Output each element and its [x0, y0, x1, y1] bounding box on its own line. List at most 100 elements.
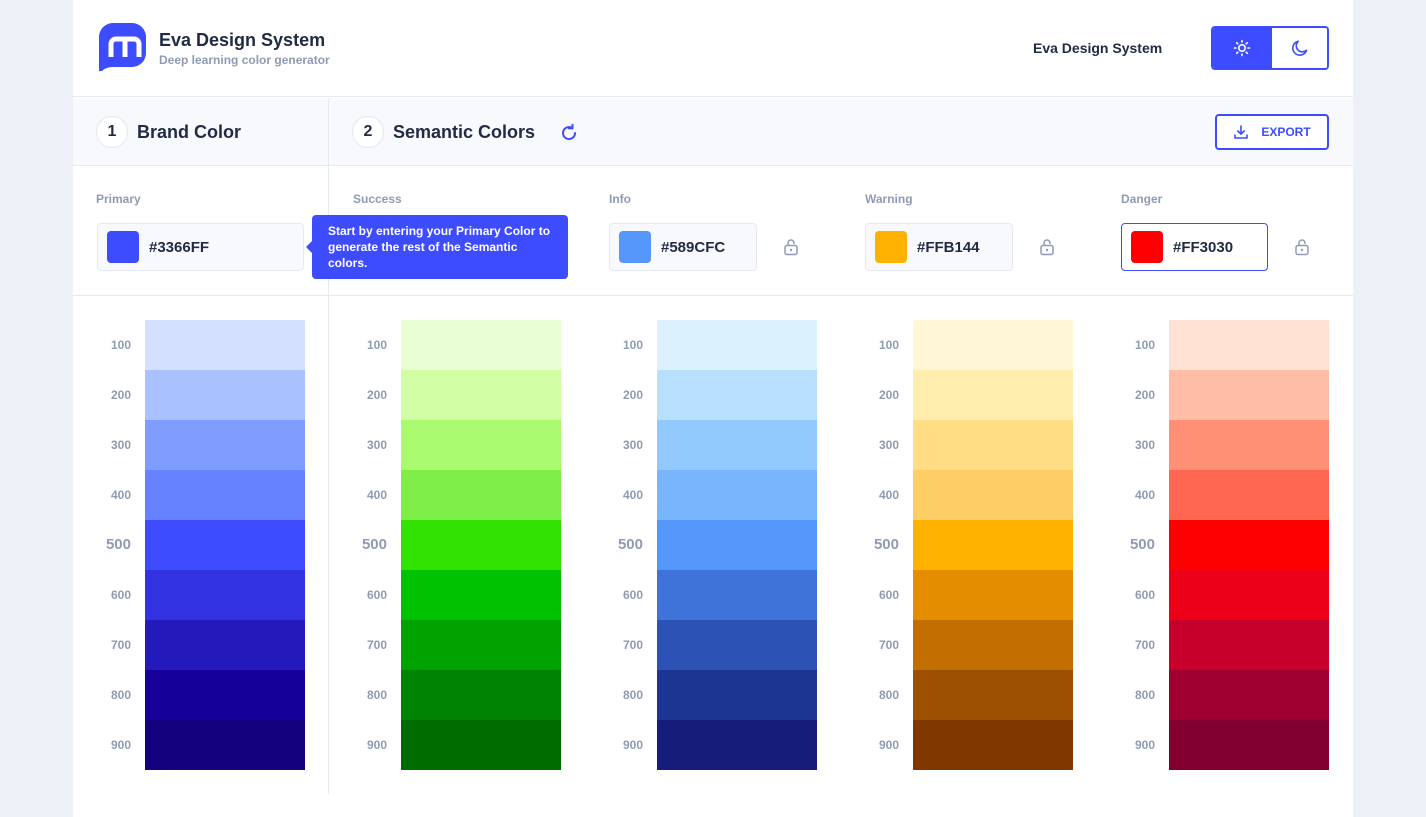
info-shade-900[interactable] [657, 720, 817, 770]
shade-label: 100 [110, 338, 131, 352]
success-shade-300[interactable] [401, 420, 561, 470]
danger-shade-900[interactable] [1169, 720, 1329, 770]
warning-shade-800[interactable] [913, 670, 1073, 720]
refresh-icon[interactable] [559, 123, 579, 143]
danger-shade-600[interactable] [1169, 570, 1329, 620]
info-shade-400[interactable] [657, 470, 817, 520]
success-shade-800[interactable] [401, 670, 561, 720]
primary-label: Primary [96, 192, 141, 206]
primary-shade-900[interactable] [145, 720, 305, 770]
shade-label: 400 [1134, 488, 1155, 502]
danger-shade-300[interactable] [1169, 420, 1329, 470]
eva-design-system-link[interactable]: Eva Design System [1033, 40, 1162, 56]
shade-label: 800 [366, 688, 387, 702]
success-shade-900[interactable] [401, 720, 561, 770]
warning-shade-900[interactable] [913, 720, 1073, 770]
success-shade-700[interactable] [401, 620, 561, 670]
shade-label: 100 [878, 338, 899, 352]
primary-shade-100[interactable] [145, 320, 305, 370]
shade-label: 200 [366, 388, 387, 402]
shade-label: 400 [878, 488, 899, 502]
primary-swatch[interactable] [107, 231, 139, 263]
brand-color-title: Brand Color [137, 122, 242, 142]
shade-label: 600 [1134, 588, 1155, 602]
warning-shade-200[interactable] [913, 370, 1073, 420]
shade-label: 100 [1134, 338, 1155, 352]
primary-shade-400[interactable] [145, 470, 305, 520]
primary-shade-500[interactable] [145, 520, 305, 570]
column-divider [328, 98, 329, 794]
shade-label: 900 [622, 738, 643, 752]
info-lock-icon[interactable] [783, 238, 799, 256]
primary-color-tooltip: Start by entering your Primary Color to … [306, 215, 568, 279]
shade-label: 500 [617, 536, 643, 553]
step-1-badge: 1 [96, 116, 128, 148]
row-divider [73, 295, 1353, 296]
danger-shade-200[interactable] [1169, 370, 1329, 420]
success-shade-600[interactable] [401, 570, 561, 620]
shade-label: 500 [873, 536, 899, 553]
success-shade-100[interactable] [401, 320, 561, 370]
semantic-colors-title: Semantic Colors [393, 122, 536, 142]
shade-label: 100 [622, 338, 643, 352]
shade-label: 400 [622, 488, 643, 502]
info-swatch[interactable] [619, 231, 651, 263]
info-shade-600[interactable] [657, 570, 817, 620]
danger-shade-400[interactable] [1169, 470, 1329, 520]
warning-swatch[interactable] [875, 231, 907, 263]
shade-label: 200 [878, 388, 899, 402]
success-shade-200[interactable] [401, 370, 561, 420]
info-label: Info [609, 192, 631, 206]
export-button[interactable]: EXPORT [1215, 114, 1329, 150]
shade-label: 600 [110, 588, 131, 602]
info-shade-700[interactable] [657, 620, 817, 670]
danger-hex-value: #FF3030 [1173, 239, 1234, 256]
shade-label: 400 [366, 488, 387, 502]
shade-label: 200 [110, 388, 131, 402]
info-shade-500[interactable] [657, 520, 817, 570]
shade-label: 600 [878, 588, 899, 602]
primary-color-input[interactable]: #3366FF [97, 223, 304, 271]
info-shade-800[interactable] [657, 670, 817, 720]
danger-shade-700[interactable] [1169, 620, 1329, 670]
warning-shade-100[interactable] [913, 320, 1073, 370]
shade-label: 300 [366, 438, 387, 452]
success-shade-500[interactable] [401, 520, 561, 570]
primary-shade-300[interactable] [145, 420, 305, 470]
success-label: Success [353, 192, 402, 206]
info-hex-value: #589CFC [661, 239, 726, 256]
info-shade-100[interactable] [657, 320, 817, 370]
shade-label: 900 [110, 738, 131, 752]
danger-color-input[interactable]: #FF3030 [1121, 223, 1268, 271]
shade-label: 200 [1134, 388, 1155, 402]
warning-shade-700[interactable] [913, 620, 1073, 670]
info-shade-300[interactable] [657, 420, 817, 470]
primary-shade-800[interactable] [145, 670, 305, 720]
primary-shade-200[interactable] [145, 370, 305, 420]
warning-lock-icon[interactable] [1039, 238, 1055, 256]
warning-shade-500[interactable] [913, 520, 1073, 570]
success-shade-400[interactable] [401, 470, 561, 520]
shade-label: 500 [1129, 536, 1155, 553]
warning-color-input[interactable]: #FFB144 [865, 223, 1013, 271]
step-2-badge: 2 [352, 116, 384, 148]
primary-shade-600[interactable] [145, 570, 305, 620]
danger-shade-100[interactable] [1169, 320, 1329, 370]
shade-label: 600 [622, 588, 643, 602]
eva-logo[interactable] [96, 23, 146, 71]
danger-swatch[interactable] [1131, 231, 1163, 263]
warning-shade-300[interactable] [913, 420, 1073, 470]
primary-shade-700[interactable] [145, 620, 305, 670]
danger-shade-800[interactable] [1169, 670, 1329, 720]
shade-label: 700 [110, 638, 131, 652]
info-color-input[interactable]: #589CFC [609, 223, 757, 271]
info-shade-200[interactable] [657, 370, 817, 420]
dark-theme-button[interactable] [1270, 28, 1327, 68]
warning-shade-400[interactable] [913, 470, 1073, 520]
light-theme-button[interactable] [1213, 28, 1270, 68]
warning-shade-600[interactable] [913, 570, 1073, 620]
shade-label: 300 [622, 438, 643, 452]
header: Eva Design System Deep learning color ge… [73, 0, 1353, 97]
danger-lock-icon[interactable] [1294, 238, 1310, 256]
danger-shade-500[interactable] [1169, 520, 1329, 570]
